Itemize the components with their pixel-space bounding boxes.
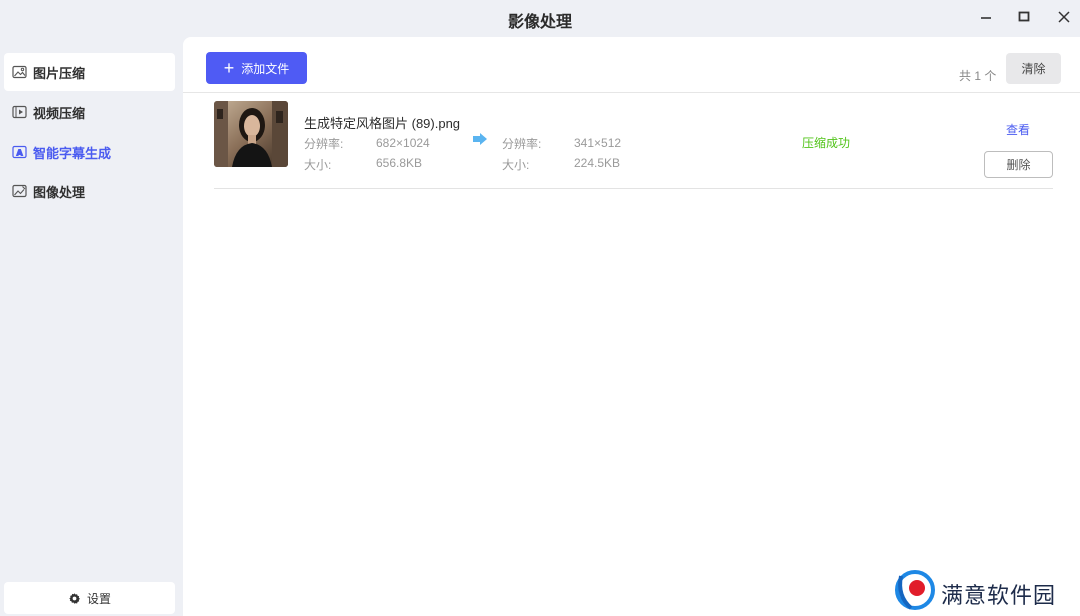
sidebar-item-image-compress[interactable]: 图片压缩 (4, 53, 175, 91)
divider (183, 92, 1080, 93)
close-button[interactable] (1052, 6, 1076, 28)
image-icon (12, 64, 28, 80)
settings-label: 设置 (86, 591, 111, 606)
title-bar: 影像处理 (0, 0, 1080, 36)
compressed-resolution-label: 分辨率: (502, 137, 542, 151)
compressed-size-value: 224.5KB (574, 156, 621, 170)
maximize-button[interactable] (1012, 6, 1036, 28)
delete-button[interactable]: 删除 (984, 151, 1053, 178)
sidebar-item-label: 视频压缩 (33, 105, 86, 121)
app-title: 影像处理 (507, 14, 572, 31)
clear-button[interactable]: 清除 (1006, 53, 1061, 84)
image-edit-icon (12, 183, 28, 199)
main-panel: + 添加文件 共 1 个 清除 生成特定风格图片 (89).png 分辨率: 6… (183, 37, 1080, 616)
compressed-size-label: 大小: (502, 158, 530, 172)
file-thumbnail (214, 101, 288, 167)
watermark-logo: 满意软件园 (893, 566, 1075, 614)
sidebar-item-label: 图像处理 (33, 184, 86, 200)
original-size-value: 656.8KB (376, 156, 423, 170)
sidebar-item-label: 智能字幕生成 (33, 145, 112, 161)
subtitle-icon: A (12, 144, 28, 160)
close-icon (1058, 11, 1070, 23)
sidebar-item-image-processing[interactable]: 图像处理 (4, 172, 175, 210)
original-resolution-value: 682×1024 (376, 136, 430, 150)
watermark-text: 满意软件园 (941, 584, 1057, 609)
sidebar: 图片压缩 视频压缩 A 智能字幕生成 图像处理 设置 (0, 36, 182, 616)
view-link[interactable]: 查看 (1006, 121, 1030, 138)
original-resolution-label: 分辨率: (304, 137, 344, 151)
sidebar-item-label: 图片压缩 (33, 65, 86, 81)
original-size-label: 大小: (304, 158, 332, 172)
watermark-icon (895, 570, 935, 610)
minimize-button[interactable] (974, 6, 998, 28)
maximize-icon (1018, 11, 1030, 22)
add-file-button[interactable]: + 添加文件 (206, 52, 307, 84)
svg-text:A: A (17, 149, 24, 158)
settings-button[interactable]: 设置 (4, 582, 175, 614)
add-file-label: 添加文件 (241, 61, 290, 76)
gear-icon (68, 592, 81, 605)
file-row: 生成特定风格图片 (89).png 分辨率: 682×1024 大小: 656.… (214, 101, 1053, 189)
sidebar-item-video-compress[interactable]: 视频压缩 (4, 93, 175, 131)
file-name: 生成特定风格图片 (89).png (304, 116, 461, 131)
minimize-icon (981, 17, 991, 19)
sidebar-item-smart-subtitle[interactable]: A 智能字幕生成 (4, 133, 175, 171)
video-icon (12, 104, 28, 120)
arrow-right-icon (472, 132, 488, 151)
compressed-resolution-value: 341×512 (574, 136, 622, 150)
plus-icon: + (223, 58, 235, 78)
status-badge: 压缩成功 (802, 136, 851, 150)
file-count: 共 1 个 (959, 69, 997, 83)
